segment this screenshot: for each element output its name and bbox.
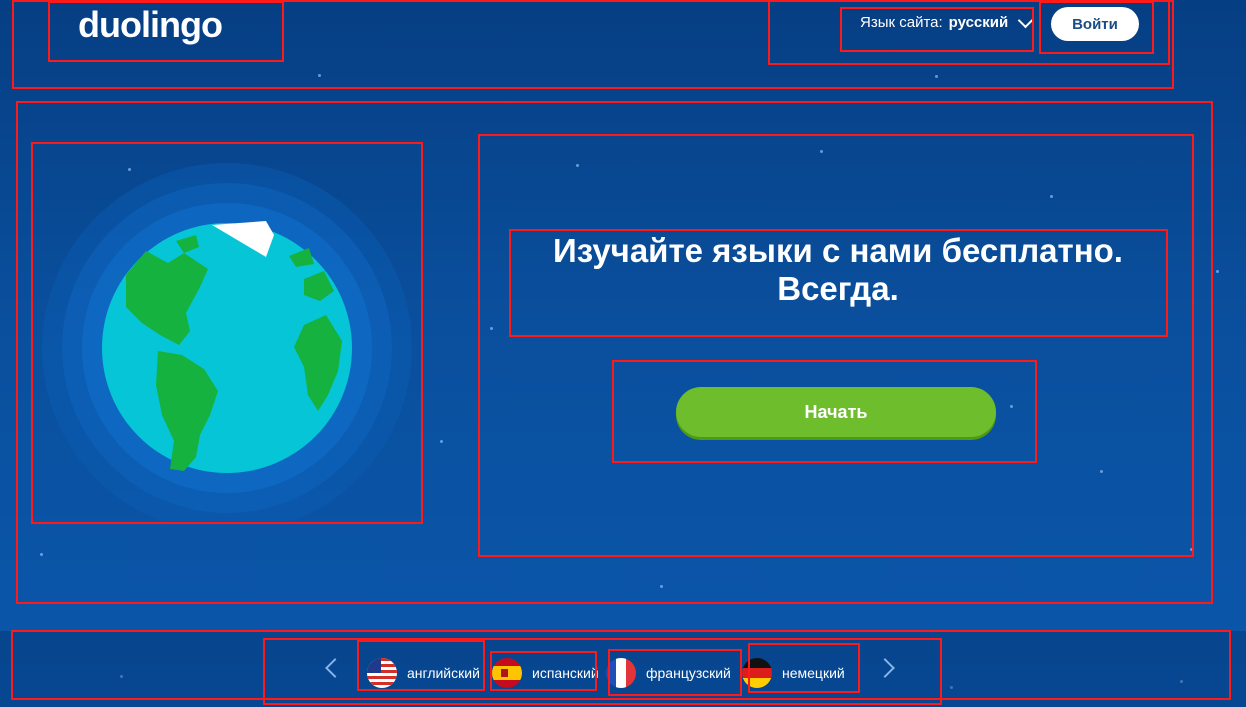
- annotation-box-headline: [509, 229, 1168, 337]
- annotation-box-globe: [31, 142, 423, 524]
- annotation-box-german: [748, 643, 860, 693]
- annotation-box-hero-content: [478, 134, 1194, 557]
- annotation-box-english: [357, 640, 485, 691]
- annotation-box-logo: [48, 1, 284, 62]
- annotation-box-language-select: [840, 7, 1034, 52]
- annotation-box-spanish: [490, 651, 597, 691]
- annotation-box-login: [1039, 1, 1154, 54]
- annotation-box-french: [608, 649, 742, 696]
- annotation-box-start: [612, 360, 1037, 463]
